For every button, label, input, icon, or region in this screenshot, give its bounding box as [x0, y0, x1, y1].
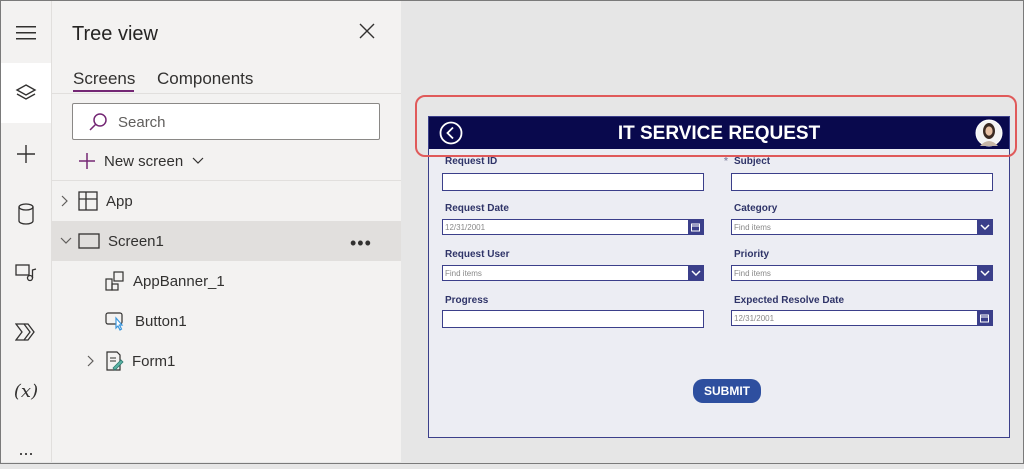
tree-node-label: AppBanner_1: [133, 272, 225, 290]
submit-button[interactable]: SUBMIT: [693, 379, 761, 403]
date-value: 12/31/2001: [445, 223, 486, 232]
search-placeholder: Search: [118, 114, 166, 131]
new-screen-label: New screen: [104, 152, 184, 170]
calendar-icon[interactable]: [688, 220, 703, 235]
request-user-dropdown[interactable]: Find items: [442, 265, 704, 281]
field-label: Progress: [445, 295, 489, 306]
divider: [52, 93, 401, 94]
tree-node-form1[interactable]: Form1: [52, 341, 401, 381]
more-options-icon[interactable]: •••: [350, 233, 372, 254]
tree-node-app[interactable]: App: [52, 181, 401, 221]
subject-input[interactable]: [731, 173, 993, 191]
chevron-down-icon: [60, 237, 72, 244]
field-label: Request Date: [445, 203, 509, 214]
category-dropdown[interactable]: Find items: [731, 219, 993, 235]
data-cylinder-icon[interactable]: [1, 194, 51, 234]
app-icon: [78, 191, 98, 211]
tree-view-layers-icon[interactable]: [1, 63, 51, 123]
search-input[interactable]: Search: [72, 103, 380, 140]
app-screen[interactable]: IT SERVICE REQUEST Request ID * Subject …: [428, 116, 1010, 438]
left-rail: (x) ...: [1, 1, 52, 462]
progress-input[interactable]: [442, 310, 704, 328]
insert-plus-icon[interactable]: [1, 134, 51, 174]
button-control-icon: [105, 312, 124, 331]
chevron-down-icon[interactable]: [977, 220, 992, 235]
field-label: Priority: [734, 249, 770, 260]
media-icon[interactable]: [1, 253, 51, 293]
field-label: Expected Resolve Date: [734, 295, 845, 306]
panel-title: Tree view: [72, 23, 158, 45]
active-tab-indicator: [73, 90, 134, 92]
plus-icon: [79, 153, 95, 169]
request-id-input[interactable]: [442, 173, 704, 191]
form-icon: [106, 351, 124, 371]
tree-node-label: Screen1: [108, 232, 164, 250]
tab-screens[interactable]: Screens: [73, 69, 135, 89]
screen-icon: [78, 233, 100, 249]
required-marker: *: [724, 156, 728, 167]
chevron-down-icon[interactable]: [688, 266, 703, 281]
chevron-down-icon[interactable]: [977, 266, 992, 281]
tree-node-label: App: [106, 192, 133, 210]
chevron-right-icon: [61, 195, 68, 207]
dropdown-placeholder: Find items: [734, 269, 771, 278]
tree-node-appbanner[interactable]: AppBanner_1: [52, 261, 401, 301]
search-icon: [89, 113, 107, 131]
tree-node-label: Button1: [135, 312, 187, 330]
variables-icon[interactable]: (x): [1, 371, 51, 411]
chevron-down-icon: [192, 157, 204, 164]
field-label: Request User: [445, 249, 510, 260]
request-date-picker[interactable]: 12/31/2001: [442, 219, 704, 235]
tree-view-panel: Tree view Screens Components Search New …: [52, 1, 401, 462]
close-icon[interactable]: [357, 21, 381, 45]
tree-node-label: Form1: [132, 352, 176, 370]
priority-dropdown[interactable]: Find items: [731, 265, 993, 281]
component-icon: [105, 271, 124, 291]
hamburger-menu-icon[interactable]: [1, 13, 51, 53]
field-label: Request ID: [445, 156, 498, 167]
dropdown-placeholder: Find items: [445, 269, 482, 278]
highlight-annotation: [415, 95, 1017, 157]
date-value: 12/31/2001: [734, 314, 775, 323]
tree-node-screen1[interactable]: Screen1 •••: [52, 221, 401, 261]
power-automate-icon[interactable]: [1, 312, 51, 352]
calendar-icon[interactable]: [977, 311, 992, 326]
new-screen-button[interactable]: New screen: [78, 149, 205, 173]
field-label: Category: [734, 203, 778, 214]
field-label: Subject: [734, 156, 771, 167]
more-options-icon[interactable]: ...: [1, 429, 51, 469]
tree-node-button1[interactable]: Button1: [52, 301, 401, 341]
expected-resolve-date-picker[interactable]: 12/31/2001: [731, 310, 993, 326]
dropdown-placeholder: Find items: [734, 223, 771, 232]
tab-components[interactable]: Components: [157, 69, 253, 89]
chevron-right-icon: [87, 355, 94, 367]
